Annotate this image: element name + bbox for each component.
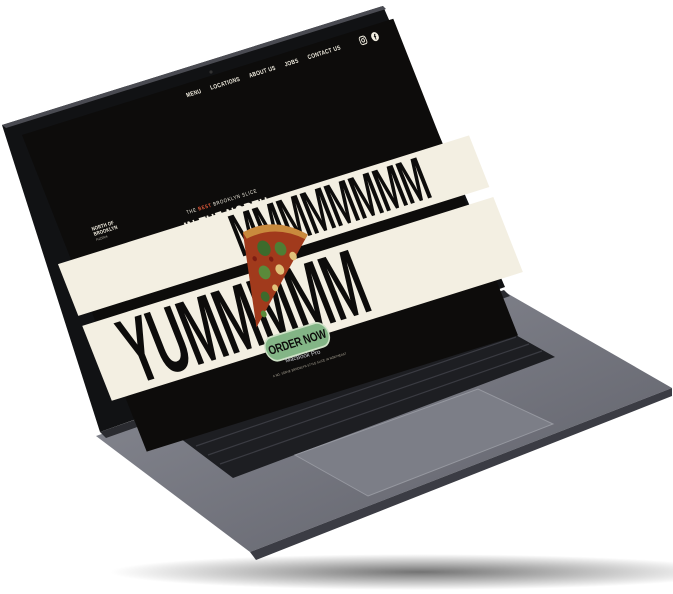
nav-item-menu[interactable]: MENU [186,89,203,99]
facebook-icon[interactable] [369,30,381,42]
floor-shadow [110,554,673,590]
social-links [357,30,381,46]
nav-item-about-us[interactable]: ABOUT US [248,65,277,79]
camera [209,70,213,74]
nav-item-jobs[interactable]: JOBS [284,58,300,68]
logo[interactable]: NORTH OF BROOKLYN PIZZERIA [91,220,120,242]
nav-item-locations[interactable]: LOCATIONS [210,76,242,91]
instagram-icon[interactable] [357,34,369,46]
nav-item-contact-us[interactable]: CONTACT US [307,45,342,61]
